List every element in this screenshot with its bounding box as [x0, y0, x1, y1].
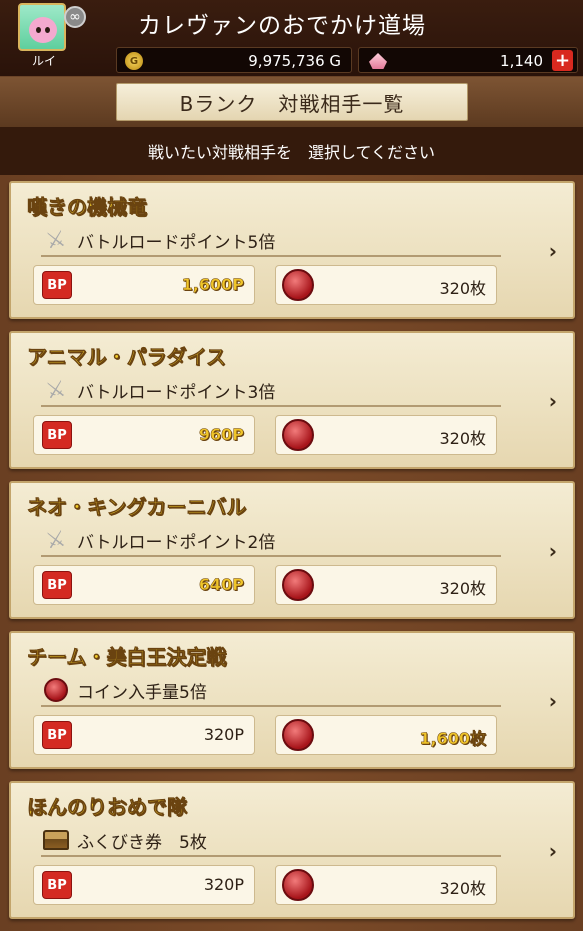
- coin-value: 320枚: [439, 579, 486, 598]
- bp-reward: BP 640P: [33, 565, 255, 605]
- bp-value: 640P: [198, 575, 245, 595]
- bonus-icon-wrap: ⚔: [41, 376, 71, 404]
- coin-icon: [282, 719, 314, 751]
- header-bar: ∞ ルイ カレヴァンのおでかけ道場 G 9,975,736 G 1,140 +: [0, 0, 583, 76]
- bp-reward: BP 320P: [33, 865, 255, 905]
- bonus-row: ふくびき券 5枚: [41, 825, 501, 857]
- opponent-card[interactable]: ネオ・キングカーニバル ⚔ バトルロードポイント2倍 › BP 640P 320…: [9, 481, 575, 619]
- bp-icon: BP: [42, 571, 72, 599]
- coin-icon: [282, 569, 314, 601]
- opponent-name: ほんのりおめで隊: [27, 795, 188, 820]
- bp-reward: BP 320P: [33, 715, 255, 755]
- bp-icon: BP: [42, 271, 72, 299]
- bp-reward: BP 1,600P: [33, 265, 255, 305]
- opponent-card[interactable]: アニマル・パラダイス ⚔ バトルロードポイント3倍 › BP 960P 320枚: [9, 331, 575, 469]
- bp-value: 960P: [198, 425, 245, 445]
- player-avatar[interactable]: [18, 3, 66, 51]
- coin-value: 320枚: [439, 429, 486, 448]
- player-name: ルイ: [31, 54, 56, 68]
- coin-icon: [282, 419, 314, 451]
- sword-icon: ⚔: [44, 375, 68, 405]
- opponent-name: チーム・美白王決定戦: [27, 645, 227, 670]
- chevron-right-icon: ›: [548, 839, 557, 863]
- chevron-right-icon: ›: [548, 239, 557, 263]
- opponent-card[interactable]: チーム・美白王決定戦 コイン入手量5倍 › BP 320P 1,600枚: [9, 631, 575, 769]
- bonus-row: コイン入手量5倍: [41, 675, 501, 707]
- sword-icon: ⚔: [44, 525, 68, 555]
- bonus-icon-wrap: [41, 676, 71, 704]
- rank-heading: Bランク 対戦相手一覧: [116, 83, 468, 121]
- gem-icon: [369, 53, 387, 69]
- coin-icon: [44, 678, 68, 702]
- rank-banner: Bランク 対戦相手一覧: [0, 77, 583, 127]
- bonus-row: ⚔ バトルロードポイント5倍: [41, 225, 501, 257]
- coin-reward: 320枚: [275, 565, 497, 605]
- opponent-name: 嘆きの機械竜: [27, 195, 148, 220]
- coin-value: 1,600枚: [419, 729, 486, 749]
- gold-display: G 9,975,736 G: [116, 47, 352, 73]
- bonus-text: バトルロードポイント2倍: [77, 533, 276, 553]
- bonus-text: バトルロードポイント5倍: [77, 233, 276, 253]
- bonus-icon-wrap: [41, 826, 71, 854]
- bp-reward: BP 960P: [33, 415, 255, 455]
- bonus-row: ⚔ バトルロードポイント2倍: [41, 525, 501, 557]
- opponent-card[interactable]: ほんのりおめで隊 ふくびき券 5枚 › BP 320P 320枚: [9, 781, 575, 919]
- opponent-list: 嘆きの機械竜 ⚔ バトルロードポイント5倍 › BP 1,600P 320枚 ア…: [0, 175, 583, 931]
- coin-reward: 320枚: [275, 265, 497, 305]
- coin-value: 320枚: [439, 879, 486, 898]
- bonus-text: ふくびき券 5枚: [77, 833, 207, 853]
- bonus-text: コイン入手量5倍: [77, 683, 207, 703]
- bp-value: 320P: [203, 725, 244, 744]
- link-icon[interactable]: ∞: [64, 6, 86, 28]
- bonus-icon-wrap: ⚔: [41, 526, 71, 554]
- coin-icon: [282, 269, 314, 301]
- coin-reward: 320枚: [275, 865, 497, 905]
- bonus-text: バトルロードポイント3倍: [77, 383, 276, 403]
- avatar-eye: [36, 27, 41, 33]
- opponent-name: ネオ・キングカーニバル: [27, 495, 247, 520]
- add-gems-button[interactable]: +: [552, 50, 573, 71]
- chevron-right-icon: ›: [548, 389, 557, 413]
- treasure-chest-icon: [43, 830, 69, 850]
- avatar-face: [29, 17, 57, 43]
- avatar-eye: [45, 27, 50, 33]
- coin-reward: 1,600枚: [275, 715, 497, 755]
- chevron-right-icon: ›: [548, 539, 557, 563]
- coin-reward: 320枚: [275, 415, 497, 455]
- coin-icon: [282, 869, 314, 901]
- chevron-right-icon: ›: [548, 689, 557, 713]
- page-title: カレヴァンのおでかけ道場: [138, 13, 426, 39]
- bonus-row: ⚔ バトルロードポイント3倍: [41, 375, 501, 407]
- bp-icon: BP: [42, 421, 72, 449]
- bp-value: 1,600P: [181, 275, 244, 295]
- instruction-text: 戦いたい対戦相手を 選択してください: [0, 127, 583, 175]
- bonus-icon-wrap: ⚔: [41, 226, 71, 254]
- gold-coin-icon: G: [125, 52, 143, 70]
- opponent-name: アニマル・パラダイス: [27, 345, 227, 370]
- gem-display: 1,140 +: [358, 47, 578, 73]
- sword-icon: ⚔: [44, 225, 68, 255]
- bp-icon: BP: [42, 871, 72, 899]
- bp-icon: BP: [42, 721, 72, 749]
- bp-value: 320P: [203, 875, 244, 894]
- gem-value: 1,140: [500, 52, 543, 70]
- coin-value: 320枚: [439, 279, 486, 298]
- gold-value: 9,975,736 G: [248, 52, 341, 70]
- opponent-card[interactable]: 嘆きの機械竜 ⚔ バトルロードポイント5倍 › BP 1,600P 320枚: [9, 181, 575, 319]
